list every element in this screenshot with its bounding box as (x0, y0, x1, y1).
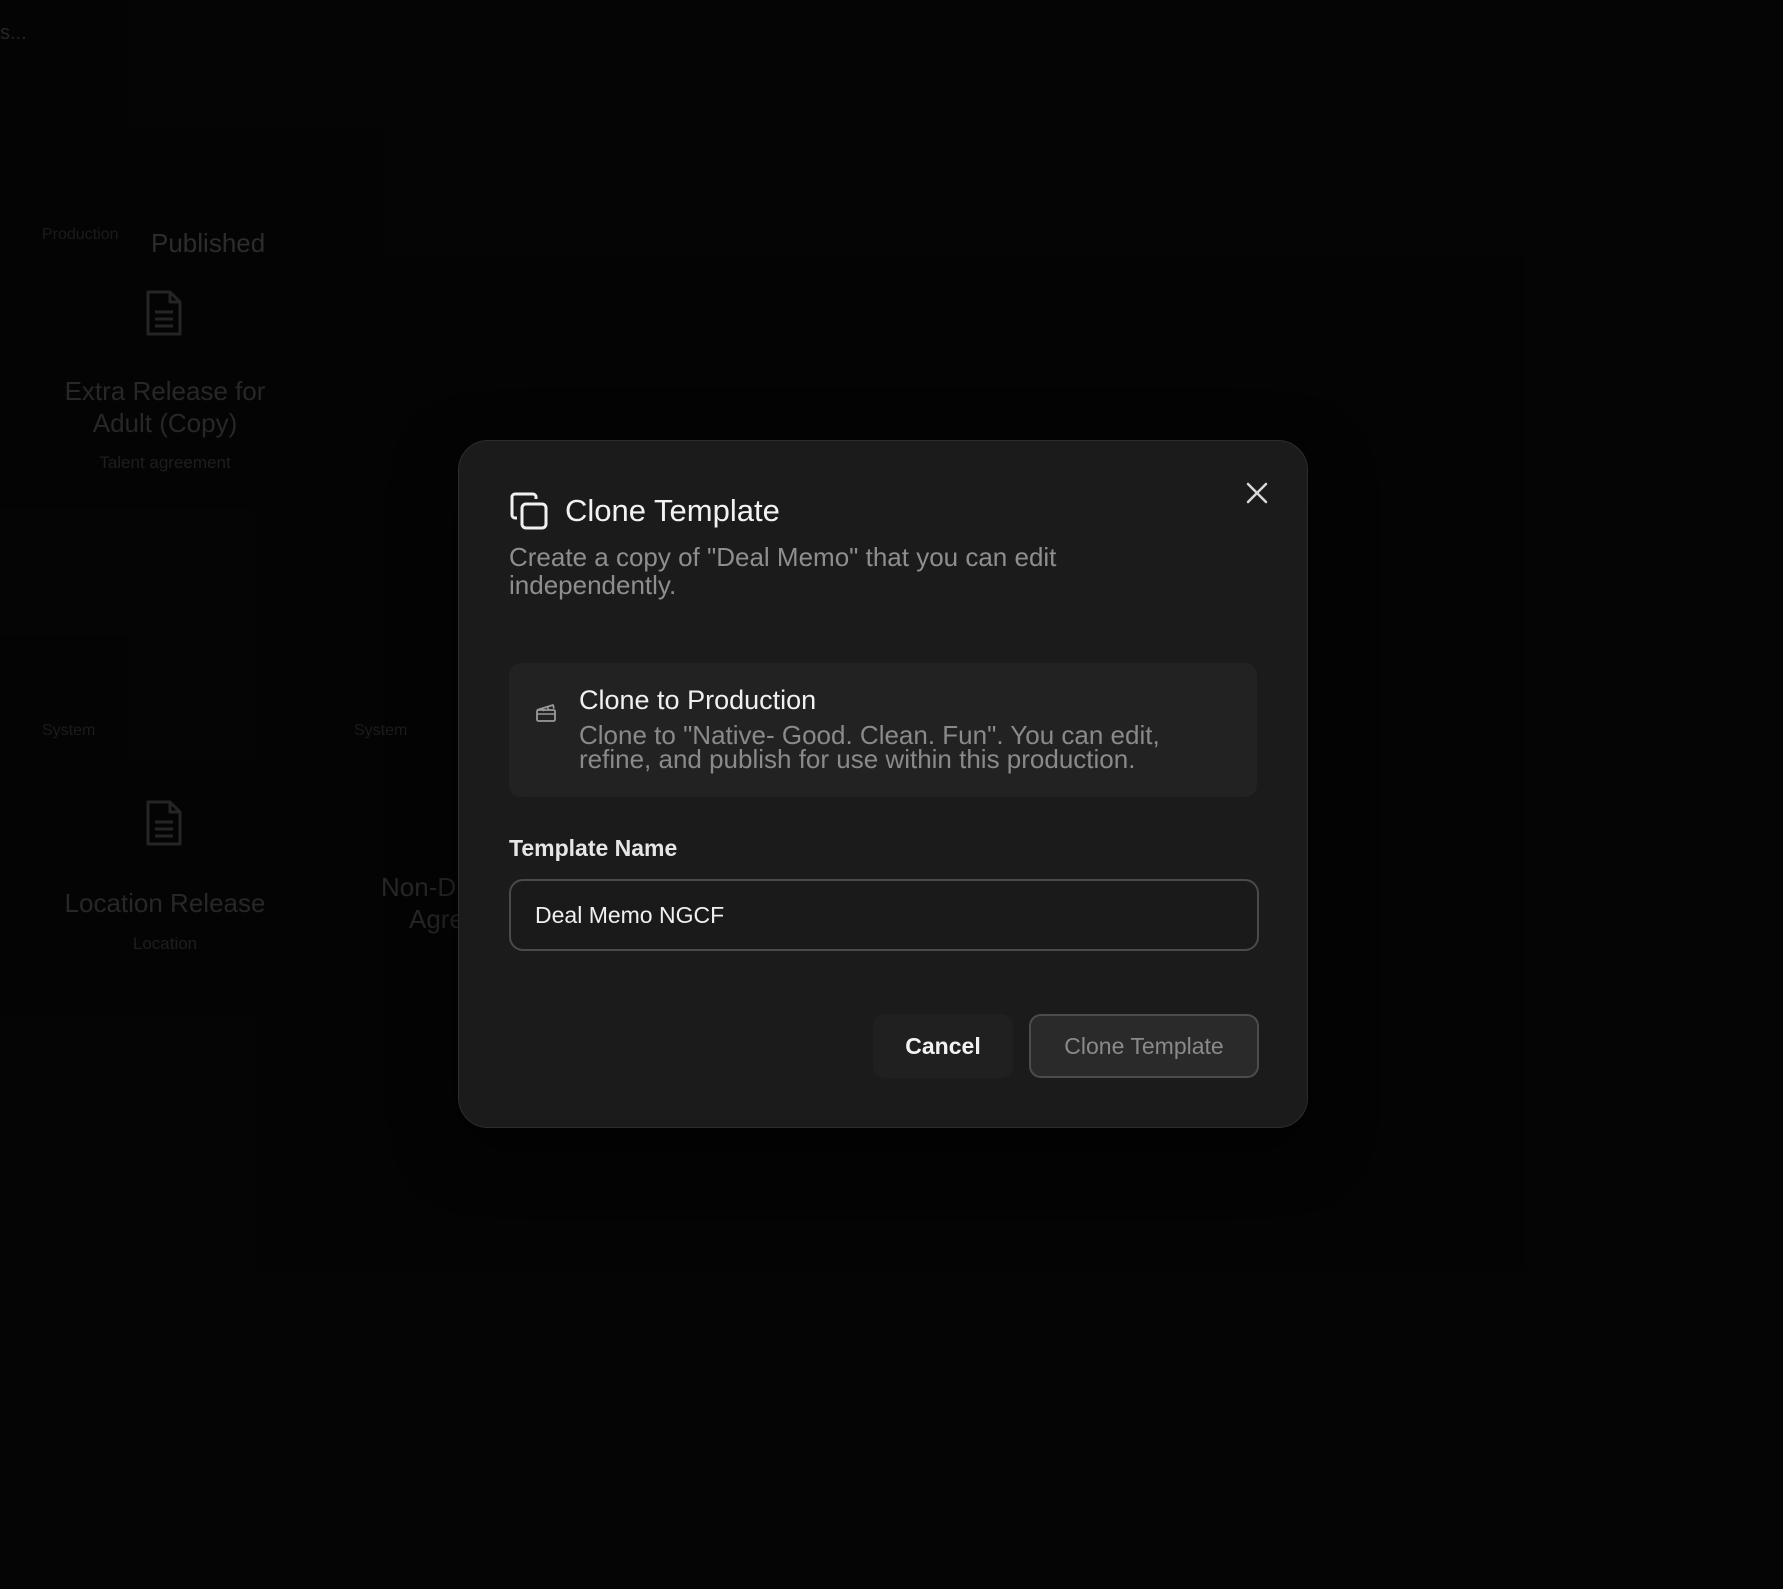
template-name-label: Template Name (509, 835, 678, 861)
clapperboard-icon (536, 704, 556, 722)
dialog-title: Clone Template (565, 493, 780, 528)
clone-to-production-option[interactable]: Clone to Production Clone to "Native- Go… (509, 663, 1257, 797)
dialog-description: Create a copy of "Deal Memo" that you ca… (509, 542, 1057, 600)
copy-icon (510, 492, 548, 530)
cancel-button[interactable]: Cancel (873, 1014, 1013, 1078)
close-icon[interactable] (1245, 481, 1269, 505)
template-name-input[interactable] (509, 879, 1259, 951)
option-description: Clone to "Native- Good. Clean. Fun". You… (579, 720, 1160, 774)
clone-template-button[interactable]: Clone Template (1029, 1014, 1259, 1078)
close-button[interactable] (1239, 475, 1275, 511)
clone-template-dialog: Clone Template Create a copy of "Deal Me… (458, 440, 1308, 1128)
option-title: Clone to Production (579, 685, 817, 715)
